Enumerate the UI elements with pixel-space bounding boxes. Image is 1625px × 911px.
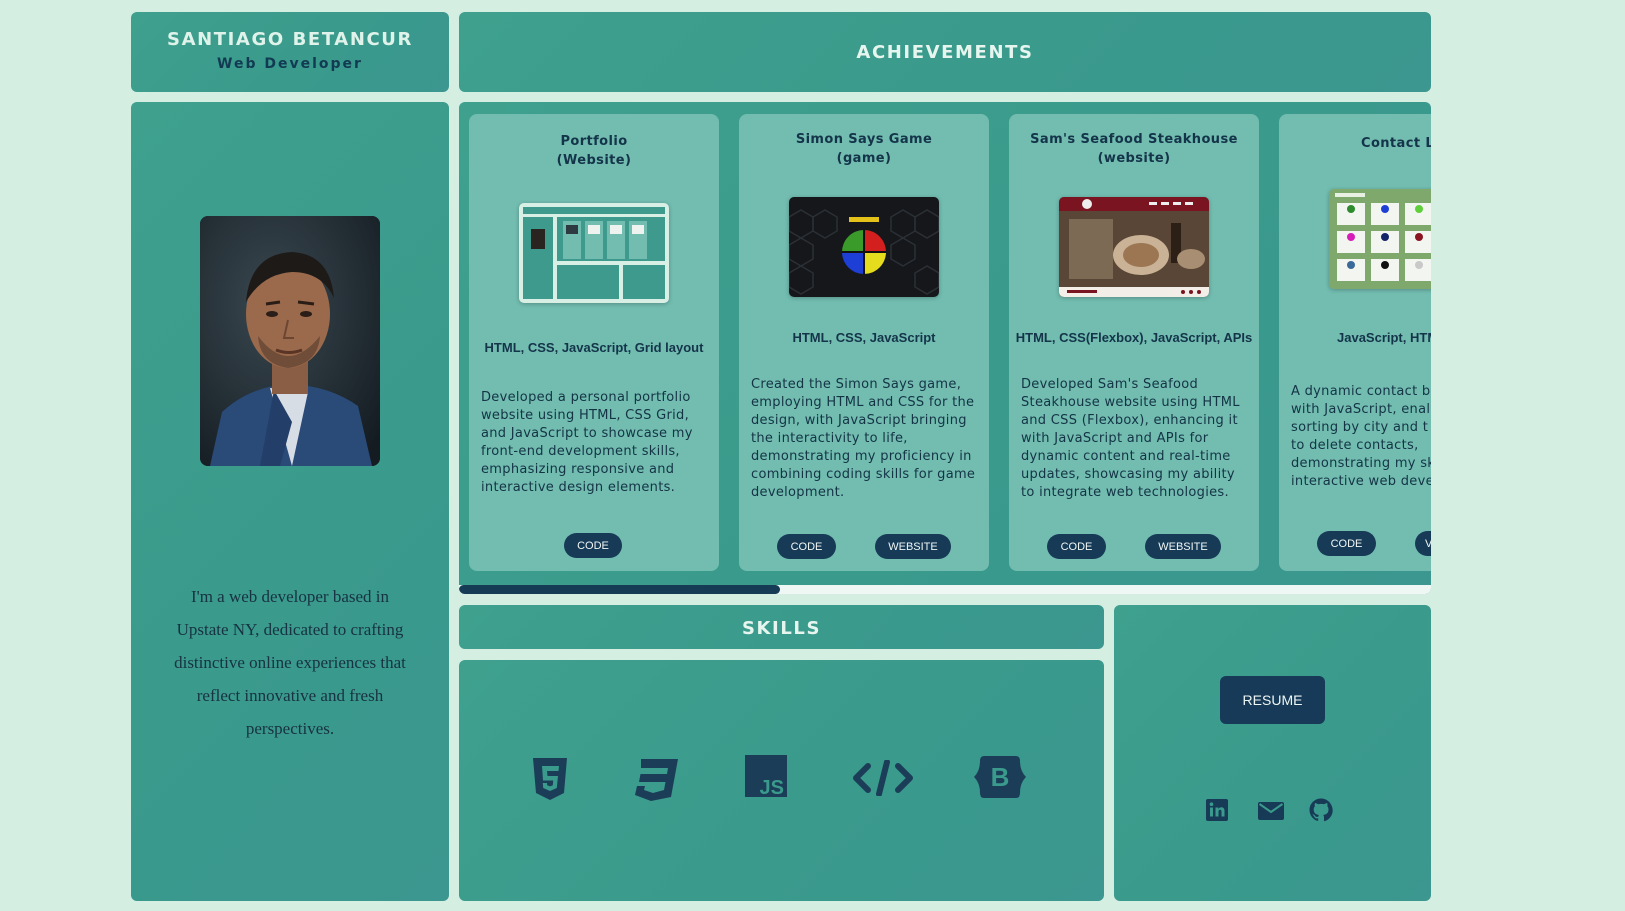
- project-thumbnail: [519, 203, 669, 303]
- project-description: Developed a personal portfolio website u…: [481, 390, 693, 495]
- project-title: Sam's Seafood Steakhouse (website): [1009, 130, 1259, 168]
- project-card-simon-says: Simon Says Game (game) HTML, CSS, JavaSc…: [739, 114, 989, 571]
- javascript-icon: JS: [745, 755, 787, 801]
- js-badge-text: JS: [760, 777, 784, 797]
- profile-panel: I'm a web developer based in Upstate NY,…: [131, 102, 449, 901]
- linkedin-icon[interactable]: [1206, 799, 1228, 825]
- project-card-portfolio: Portfolio (Website) HTML, CSS, JavaScrip…: [469, 114, 719, 571]
- carousel-scrollbar-thumb[interactable]: [459, 585, 780, 594]
- achievements-title: ACHIEVEMENTS: [856, 42, 1034, 63]
- website-button[interactable]: WEBSITE: [1145, 534, 1221, 559]
- project-title-line2: (game): [836, 151, 892, 166]
- project-description: Created the Simon Says game, employing H…: [751, 377, 976, 500]
- code-button[interactable]: CODE: [1317, 531, 1376, 556]
- project-title-line1: Contact Li: [1361, 136, 1431, 151]
- css3-icon: [633, 757, 679, 805]
- achievements-header: ACHIEVEMENTS: [459, 12, 1431, 92]
- html5-icon: [531, 757, 569, 805]
- project-title: Simon Says Game (game): [739, 130, 989, 168]
- links-panel: RESUME: [1114, 605, 1431, 901]
- skills-title: SKILLS: [741, 618, 822, 639]
- project-title-line1: Portfolio: [560, 134, 628, 149]
- project-title-line1: Sam's Seafood Steakhouse: [1030, 132, 1238, 147]
- skills-header: SKILLS: [459, 605, 1104, 649]
- bootstrap-badge-text: B: [991, 762, 1010, 792]
- bio-text: I'm a web developer based in Upstate NY,…: [174, 587, 406, 738]
- project-tech: HTML, CSS, JavaScript: [792, 330, 936, 345]
- project-title: Contact Li: [1361, 134, 1431, 153]
- email-icon[interactable]: [1258, 802, 1284, 824]
- developer-role: Web Developer: [217, 56, 363, 72]
- project-thumbnail: [1329, 189, 1431, 289]
- project-title-line2: (Website): [556, 153, 632, 168]
- code-icon: [852, 759, 914, 800]
- profile-photo: [200, 216, 380, 466]
- project-tech: JavaScript, HTM: [1337, 330, 1431, 345]
- project-tech: HTML, CSS(Flexbox), JavaScript, APIs: [1015, 330, 1253, 345]
- project-thumbnail: [1059, 197, 1209, 297]
- project-title-line1: Simon Says Game: [795, 132, 933, 147]
- code-button[interactable]: CODE: [564, 533, 622, 558]
- code-button[interactable]: CODE: [777, 534, 836, 559]
- project-card-sams-seafood: Sam's Seafood Steakhouse (website) HTML,…: [1009, 114, 1259, 571]
- skills-panel: JS B: [459, 660, 1104, 901]
- project-tech: HTML, CSS, JavaScript, Grid layout: [484, 340, 704, 355]
- resume-button[interactable]: RESUME: [1220, 676, 1325, 724]
- github-icon[interactable]: [1309, 798, 1333, 826]
- project-card-contact-list: Contact Li JavaScript, HTM A dynamic con…: [1279, 114, 1431, 571]
- project-thumbnail: [789, 197, 939, 297]
- project-title: Portfolio (Website): [469, 132, 719, 170]
- achievements-carousel[interactable]: Portfolio (Website) HTML, CSS, JavaScrip…: [459, 102, 1431, 594]
- bootstrap-icon: B: [974, 756, 1026, 802]
- project-title-line2: (website): [1097, 151, 1171, 166]
- project-description: A dynamic contact b with JavaScript, ena…: [1291, 384, 1431, 489]
- website-button[interactable]: V: [1415, 531, 1431, 556]
- website-button[interactable]: WEBSITE: [875, 534, 951, 559]
- developer-name: SANTIAGO BETANCUR: [167, 29, 413, 50]
- project-description: Developed Sam's Seafood Steakhouse websi…: [1021, 377, 1240, 500]
- name-panel: SANTIAGO BETANCUR Web Developer: [131, 12, 449, 92]
- code-button[interactable]: CODE: [1047, 534, 1106, 559]
